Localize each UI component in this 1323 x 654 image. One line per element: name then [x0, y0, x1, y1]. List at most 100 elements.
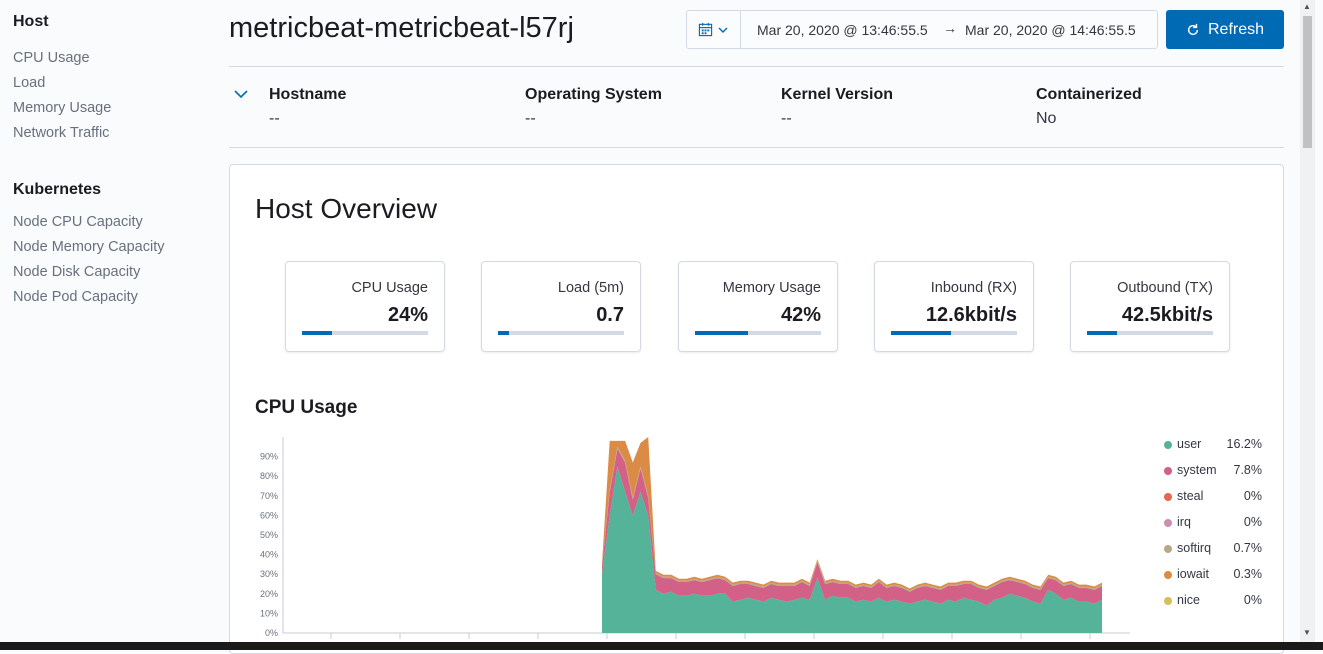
y-tick-label: 30% [260, 569, 278, 579]
sidebar-item-node-cpu-capacity[interactable]: Node CPU Capacity [13, 214, 143, 230]
scroll-up-icon[interactable]: ▲ [1303, 2, 1311, 11]
kpi-label: Outbound (TX) [1117, 280, 1213, 296]
kpi-card-inbound: Inbound (RX) 12.6kbit/s [874, 261, 1034, 352]
legend-name: iowait [1177, 567, 1209, 581]
meta-value-hostname: -- [269, 110, 280, 127]
kpi-label: CPU Usage [351, 280, 428, 296]
y-tick-label: 0% [265, 628, 278, 638]
y-tick-label: 60% [260, 510, 278, 520]
sidebar-item-node-memory-capacity[interactable]: Node Memory Capacity [13, 239, 165, 255]
legend-dot-icon [1164, 571, 1172, 579]
kpi-value: 24% [387, 304, 428, 326]
sidebar-item-cpu-usage[interactable]: CPU Usage [13, 50, 90, 66]
divider [229, 66, 1284, 67]
legend-name: system [1177, 463, 1217, 477]
legend-item-nice[interactable]: nice 0% [1162, 593, 1262, 609]
kpi-progress [302, 331, 428, 335]
legend-dot-icon [1164, 441, 1172, 449]
legend-dot-icon [1164, 493, 1172, 501]
sidebar-item-node-disk-capacity[interactable]: Node Disk Capacity [13, 264, 140, 280]
series-area-iowait [602, 437, 1102, 591]
legend-name: softirq [1177, 541, 1212, 555]
kpi-card-load: Load (5m) 0.7 [481, 261, 641, 352]
legend-dot-icon [1164, 467, 1172, 475]
kpi-progress [891, 331, 1017, 335]
legend-item-softirq[interactable]: softirq 0.7% [1162, 541, 1262, 557]
kpi-value: 12.6kbit/s [925, 304, 1017, 326]
divider [229, 147, 1284, 148]
y-tick-label: 90% [260, 452, 278, 462]
page-title: metricbeat-metricbeat-l57rj [229, 12, 574, 44]
chevron-down-icon [718, 27, 728, 33]
kpi-progress-fill [695, 331, 748, 335]
meta-label-containerized: Containerized [1036, 86, 1142, 103]
collapse-chevron-icon[interactable] [233, 86, 249, 102]
sidebar-item-network-traffic[interactable]: Network Traffic [13, 125, 109, 141]
kpi-label: Inbound (RX) [930, 280, 1017, 296]
legend-dot-icon [1164, 597, 1172, 605]
meta-value-kernel: -- [781, 110, 792, 127]
legend-value: 0.3% [1233, 567, 1263, 581]
y-tick-label: 20% [260, 589, 278, 599]
legend-name: user [1177, 437, 1202, 451]
kpi-value: 0.7 [596, 304, 624, 326]
cpu-usage-title: CPU Usage [255, 397, 358, 418]
legend-value: 0% [1243, 515, 1262, 529]
legend-item-irq[interactable]: irq 0% [1162, 515, 1262, 531]
date-start[interactable]: Mar 20, 2020 @ 13:46:55.5 [757, 22, 928, 38]
series-area-softirq [602, 446, 1102, 592]
legend-value: 0% [1243, 489, 1262, 503]
meta-value-containerized: No [1036, 110, 1057, 127]
y-tick-label: 70% [260, 491, 278, 501]
sidebar-item-memory-usage[interactable]: Memory Usage [13, 100, 111, 116]
kpi-label: Memory Usage [722, 280, 821, 296]
scrollbar[interactable]: ▲ ▼ [1300, 0, 1315, 642]
host-overview-panel: Host Overview CPU Usage 24% Load (5m) 0.… [229, 164, 1284, 654]
quick-select-button[interactable] [687, 11, 741, 48]
meta-label-hostname: Hostname [269, 86, 347, 103]
cpu-usage-chart: 0% 10% 20% 30% 40% 50% 60% 70% 80% 90% [260, 437, 1130, 639]
legend-item-user[interactable]: user 16.2% [1162, 437, 1262, 453]
legend-name: nice [1177, 593, 1200, 607]
refresh-icon [1187, 23, 1199, 35]
date-picker: Mar 20, 2020 @ 13:46:55.5 → Mar 20, 2020… [686, 10, 1158, 49]
sidebar-item-load[interactable]: Load [13, 75, 45, 91]
legend-item-system[interactable]: system 7.8% [1162, 463, 1262, 479]
series-area-user [602, 466, 1102, 633]
sidebar: Host CPU Usage Load Memory Usage Network… [0, 0, 205, 650]
sidebar-item-node-pod-capacity[interactable]: Node Pod Capacity [13, 289, 138, 305]
meta-label-kernel: Kernel Version [781, 86, 894, 103]
legend-dot-icon [1164, 519, 1172, 527]
sidebar-heading-kubernetes: Kubernetes [13, 181, 102, 198]
kpi-progress-fill [498, 331, 510, 335]
kpi-value: 42% [780, 304, 821, 326]
kpi-progress-fill [1087, 331, 1118, 335]
panel-title: Host Overview [255, 193, 438, 224]
y-tick-label: 80% [260, 471, 278, 481]
kpi-progress-fill [891, 331, 952, 335]
kpi-label: Load (5m) [557, 280, 624, 296]
y-tick-label: 10% [260, 608, 278, 618]
taskbar-strip [0, 642, 1323, 650]
y-tick-label: 40% [260, 550, 278, 560]
main-content: metricbeat-metricbeat-l57rj Mar 20, 2020… [205, 0, 1300, 654]
date-arrow-icon: → [943, 20, 957, 36]
kpi-card-cpu: CPU Usage 24% [285, 261, 445, 352]
legend-item-steal[interactable]: steal 0% [1162, 489, 1262, 505]
legend-value: 16.2% [1226, 437, 1262, 451]
kpi-progress-fill [302, 331, 333, 335]
legend-name: irq [1177, 515, 1191, 529]
scroll-down-icon[interactable]: ▼ [1303, 628, 1311, 637]
meta-label-os: Operating System [525, 86, 662, 103]
scrollbar-thumb[interactable] [1303, 16, 1312, 148]
kpi-value: 42.5kbit/s [1121, 304, 1213, 326]
date-end[interactable]: Mar 20, 2020 @ 14:46:55.5 [965, 22, 1136, 38]
meta-value-os: -- [525, 110, 536, 127]
kpi-progress [1087, 331, 1213, 335]
kpi-progress [695, 331, 821, 335]
legend-value: 0% [1243, 593, 1262, 607]
legend-item-iowait[interactable]: iowait 0.3% [1162, 567, 1262, 583]
refresh-button[interactable]: Refresh [1166, 10, 1284, 49]
legend-dot-icon [1164, 545, 1172, 553]
legend-value: 0.7% [1233, 541, 1263, 555]
